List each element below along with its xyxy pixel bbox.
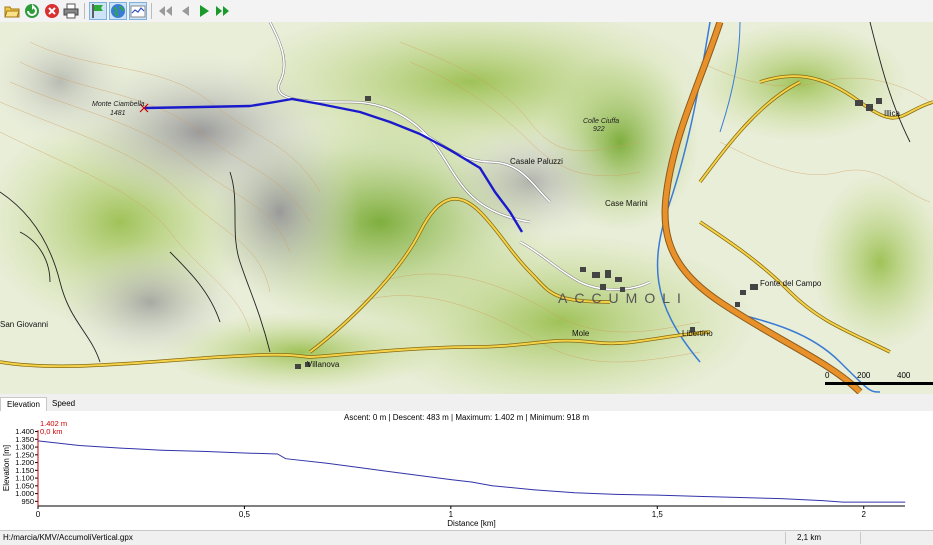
scale-label-200: 200 <box>857 371 871 380</box>
elevation-point <box>78 445 80 446</box>
last-icon[interactable] <box>215 3 231 19</box>
map-label-accumoli: ACCUMOLI <box>558 290 688 306</box>
elevation-point <box>409 473 410 475</box>
elevation-point <box>326 462 328 464</box>
elevation-point <box>244 452 245 454</box>
x-tick-label: 1 <box>449 510 454 519</box>
open-icon[interactable] <box>4 3 20 19</box>
status-distance: 2,1 km <box>797 533 822 542</box>
x-tick-label: 1,5 <box>652 510 664 519</box>
print-icon[interactable] <box>63 3 79 19</box>
elevation-point <box>615 493 617 495</box>
map-canvas <box>0 22 933 394</box>
close-icon[interactable] <box>44 3 60 19</box>
status-file-path: H:/marcia/KMV/AccumoliVertical.gpx <box>3 533 133 542</box>
elevation-point <box>491 485 493 487</box>
elevation-point <box>656 494 658 496</box>
map-label-fonte-del-campo: Fonte del Campo <box>760 279 822 288</box>
status-bar: H:/marcia/KMV/AccumoliVertical.gpx 2,1 k… <box>0 530 933 545</box>
elevation-point <box>450 479 452 481</box>
y-tick-label: 1.250 <box>15 450 34 459</box>
y-tick-label: 1.200 <box>15 458 34 467</box>
flag-icon[interactable] <box>89 2 107 20</box>
elevation-point <box>822 500 823 501</box>
profile-tabs: Elevation Speed <box>0 396 933 412</box>
first-icon[interactable] <box>157 3 173 19</box>
play-icon[interactable] <box>196 3 212 19</box>
map-label-illica: Illica <box>884 109 901 118</box>
reload-icon[interactable] <box>24 3 40 19</box>
elevation-point <box>533 489 534 491</box>
y-tick-label: 1.000 <box>15 489 34 498</box>
elevation-point <box>277 453 278 455</box>
elevation-point <box>863 501 865 503</box>
chart-icon[interactable] <box>129 2 147 20</box>
elevation-point <box>698 495 699 497</box>
y-tick-label: 1.350 <box>15 435 34 444</box>
map-label-colle-ciuffa-alt: 922 <box>593 126 605 133</box>
y-tick-label: 1.150 <box>15 466 34 475</box>
y-tick-label: 1.050 <box>15 481 34 490</box>
tab-elevation[interactable]: Elevation <box>0 397 47 411</box>
x-tick-label: 0 <box>36 510 41 519</box>
elevation-point <box>161 449 163 451</box>
elevation-point <box>739 497 741 498</box>
map-label-casale-paluzzi: Casale Paluzzi <box>510 157 563 166</box>
map-label-monte-ciambella: Monte Ciambella <box>92 101 145 108</box>
cursor-distance-label: 0,0 km <box>40 427 63 436</box>
map-label-libertino: Libertino <box>682 329 713 338</box>
x-tick-label: 2 <box>861 510 866 519</box>
elevation-panel: Ascent: 0 m | Descent: 483 m | Maximum: … <box>0 411 933 530</box>
elevation-point <box>904 501 906 503</box>
y-tick-label: 950 <box>21 497 34 506</box>
elevation-series-line <box>37 440 905 503</box>
map-label-colle-ciuffa: Colle Ciuffa <box>583 118 620 125</box>
map-view[interactable]: Monte Ciambella 1481 Colle Ciuffa 922 Ca… <box>0 22 933 394</box>
prev-icon[interactable] <box>177 3 193 19</box>
elevation-point <box>120 447 121 449</box>
x-tick-label: 0,5 <box>239 510 251 519</box>
globe-icon[interactable] <box>109 2 127 20</box>
tab-speed[interactable]: Speed <box>46 397 81 410</box>
scale-bar: 0 200 400 <box>825 371 933 389</box>
toolbar <box>0 0 933 23</box>
elevation-point <box>471 481 472 483</box>
y-tick-label: 1.400 <box>15 427 34 436</box>
scale-label-0: 0 <box>825 371 830 380</box>
y-tick-label: 1.300 <box>15 443 34 452</box>
elevation-chart[interactable]: 9501.0001.0501.1001.1501.2001.2501.3001.… <box>0 411 933 530</box>
map-label-case-marini: Case Marini <box>605 199 648 208</box>
elevation-point <box>842 501 844 503</box>
map-label-villanova: Villanova <box>307 360 340 369</box>
y-axis-label: Elevation [m] <box>2 445 11 491</box>
y-tick-label: 1.100 <box>15 474 34 483</box>
x-axis-label: Distance [km] <box>447 519 495 528</box>
scale-label-400: 400 <box>897 371 911 380</box>
elevation-point <box>780 498 782 499</box>
elevation-point <box>574 492 576 494</box>
map-label-san-giovanni: San Giovanni <box>0 320 49 329</box>
map-label-mole: Mole <box>572 329 590 338</box>
elevation-point <box>285 458 287 460</box>
map-label-monte-ciambella-alt: 1481 <box>110 110 126 117</box>
elevation-point <box>367 468 369 470</box>
elevation-point <box>202 451 204 452</box>
